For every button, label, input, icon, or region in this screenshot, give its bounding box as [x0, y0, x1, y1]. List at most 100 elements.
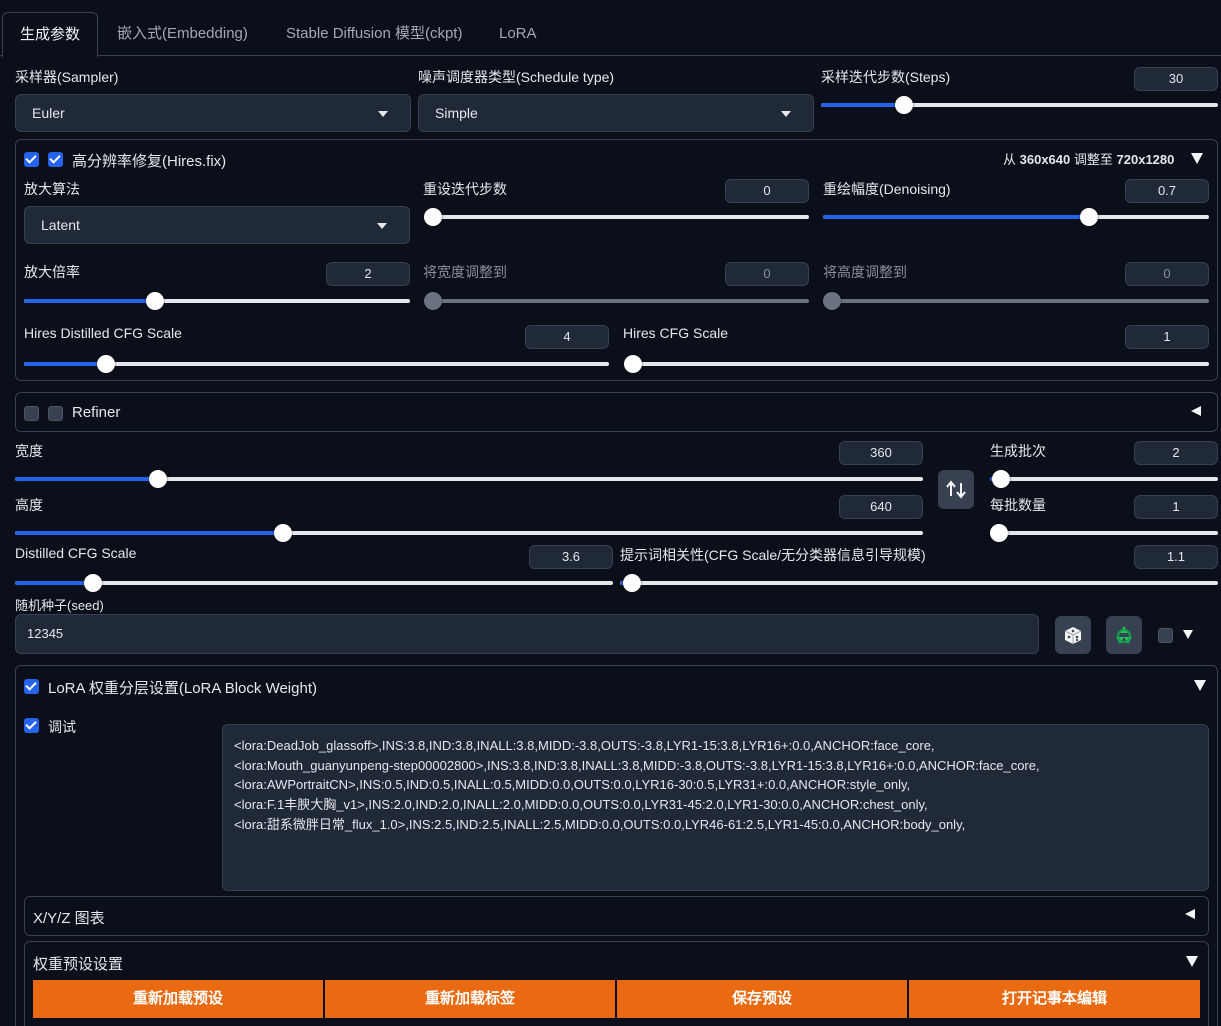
debug-label: 调试: [48, 719, 76, 735]
steps-slider[interactable]: [821, 96, 1218, 114]
reuse-seed-button[interactable]: [1106, 616, 1142, 654]
resize-width-slider: [424, 292, 809, 310]
schedule-label: 噪声调度器类型(Schedule type): [418, 69, 615, 85]
upscale-by-slider[interactable]: [24, 292, 410, 310]
height-label: 高度: [15, 497, 43, 513]
upscaler-dropdown[interactable]: Latent: [24, 206, 410, 244]
lbw-title: LoRA 权重分层设置(LoRA Block Weight): [48, 680, 317, 697]
refiner-checkbox-inner[interactable]: [48, 406, 63, 421]
slider-thumb[interactable]: [96, 355, 115, 373]
hires-steps-slider[interactable]: [424, 208, 809, 226]
random-seed-button[interactable]: [1055, 616, 1091, 654]
sampler-dropdown[interactable]: Euler: [15, 94, 411, 132]
cfg-slider[interactable]: [620, 574, 1218, 592]
expand-seed-icon[interactable]: [1183, 630, 1193, 639]
batch-size-label: 每批数量: [990, 497, 1046, 513]
debug-checkbox[interactable]: [24, 718, 39, 733]
hires-resize-info: 从 360x640 调整至 720x1280: [1003, 149, 1174, 168]
resize-from: 360x640: [1019, 152, 1071, 167]
width-input[interactable]: 360: [839, 441, 923, 465]
tab-lora[interactable]: LoRA: [482, 12, 554, 56]
chevron-down-icon: [781, 111, 791, 117]
refiner-checkbox[interactable]: [24, 406, 39, 421]
hires-cfg-label: Hires CFG Scale: [623, 325, 729, 341]
collapse-icon[interactable]: [1186, 956, 1198, 967]
collapse-icon[interactable]: [1194, 680, 1206, 691]
distilled-cfg-input[interactable]: 3.6: [529, 545, 613, 569]
resize-mid: 调整至: [1073, 152, 1113, 167]
height-slider[interactable]: [15, 524, 923, 542]
upscale-by-input[interactable]: 2: [326, 262, 410, 286]
width-slider[interactable]: [15, 470, 923, 488]
dice-icon: [1064, 627, 1082, 644]
resize-width-label: 将宽度调整到: [423, 264, 507, 280]
reload-tags-button[interactable]: 重新加载标签: [325, 980, 615, 1018]
preset-label: 权重预设设置: [33, 956, 124, 973]
cfg-input[interactable]: 1.1: [1134, 545, 1218, 569]
height-input[interactable]: 640: [839, 495, 923, 519]
slider-thumb[interactable]: [895, 96, 914, 114]
denoising-slider[interactable]: [823, 208, 1209, 226]
expand-icon[interactable]: [1191, 406, 1201, 416]
reload-presets-button[interactable]: 重新加载预设: [33, 980, 323, 1018]
chevron-down-icon: [377, 223, 387, 229]
upscaler-label: 放大算法: [24, 181, 80, 197]
batch-count-input[interactable]: 2: [1134, 441, 1218, 465]
slider-thumb[interactable]: [424, 208, 442, 226]
lbw-text-area[interactable]: <lora:DeadJob_glassoff>,INS:3.8,IND:3.8,…: [222, 724, 1209, 891]
hires-distilled-cfg-slider[interactable]: [24, 355, 609, 373]
hires-cfg-input[interactable]: 1: [1125, 325, 1209, 349]
slider-thumb[interactable]: [273, 524, 292, 542]
slider-thumb[interactable]: [624, 355, 642, 373]
batch-size-slider[interactable]: [990, 524, 1218, 542]
steps-label: 采样迭代步数(Steps): [821, 69, 951, 85]
seed-input[interactable]: 12345: [15, 614, 1039, 654]
seed-label: 随机种子(seed): [15, 598, 104, 613]
hires-cfg-slider[interactable]: [624, 355, 1209, 373]
open-notepad-button[interactable]: 打开记事本编辑: [909, 980, 1200, 1018]
batch-size-input[interactable]: 1: [1134, 495, 1218, 519]
resize-to: 720x1280: [1116, 152, 1175, 167]
tab-generation-params[interactable]: 生成参数: [2, 12, 99, 58]
refiner-panel[interactable]: [15, 392, 1218, 432]
slider-thumb[interactable]: [83, 574, 102, 592]
upscaler-value: Latent: [41, 217, 80, 233]
swap-icon: [946, 480, 966, 499]
lbw-enable-checkbox[interactable]: [24, 679, 39, 694]
resize-prefix: 从: [1003, 152, 1017, 167]
slider-thumb[interactable]: [1080, 208, 1099, 226]
tab-embedding[interactable]: 嵌入式(Embedding): [100, 12, 265, 56]
resize-height-label: 将高度调整到: [823, 264, 907, 280]
denoising-label: 重绘幅度(Denoising): [823, 181, 951, 197]
save-preset-button[interactable]: 保存预设: [617, 980, 907, 1018]
extra-seed-checkbox[interactable]: [1158, 628, 1173, 643]
tab-checkpoint[interactable]: Stable Diffusion 模型(ckpt): [269, 12, 479, 56]
distilled-cfg-slider[interactable]: [15, 574, 613, 592]
slider-thumb[interactable]: [992, 470, 1011, 488]
upscale-by-label: 放大倍率: [24, 264, 80, 280]
swap-dimensions-button[interactable]: [938, 470, 974, 509]
hires-steps-input[interactable]: 0: [725, 179, 809, 203]
hires-title: 高分辨率修复(Hires.fix): [72, 153, 227, 170]
refiner-label: Refiner: [72, 404, 121, 421]
hires-distilled-cfg-input[interactable]: 4: [525, 325, 609, 349]
sampler-label: 采样器(Sampler): [15, 69, 119, 85]
slider-thumb[interactable]: [149, 470, 168, 488]
hires-fix-panel: [15, 139, 1218, 381]
collapse-icon[interactable]: [1191, 153, 1203, 164]
xyz-label: X/Y/Z 图表: [33, 910, 105, 927]
denoising-input[interactable]: 0.7: [1125, 179, 1209, 203]
schedule-dropdown[interactable]: Simple: [418, 94, 814, 132]
distilled-cfg-label: Distilled CFG Scale: [15, 545, 137, 561]
hires-enable-checkbox-inner[interactable]: [48, 152, 63, 167]
slider-thumb[interactable]: [990, 524, 1008, 542]
hires-distilled-cfg-label: Hires Distilled CFG Scale: [24, 325, 182, 341]
slider-thumb[interactable]: [146, 292, 165, 310]
slider-thumb[interactable]: [622, 574, 641, 592]
hires-enable-checkbox[interactable]: [24, 152, 39, 167]
expand-icon[interactable]: [1185, 909, 1195, 919]
steps-input[interactable]: 30: [1134, 67, 1218, 91]
xyz-panel[interactable]: [24, 896, 1209, 936]
batch-count-slider[interactable]: [990, 470, 1218, 488]
schedule-value: Simple: [435, 105, 478, 121]
